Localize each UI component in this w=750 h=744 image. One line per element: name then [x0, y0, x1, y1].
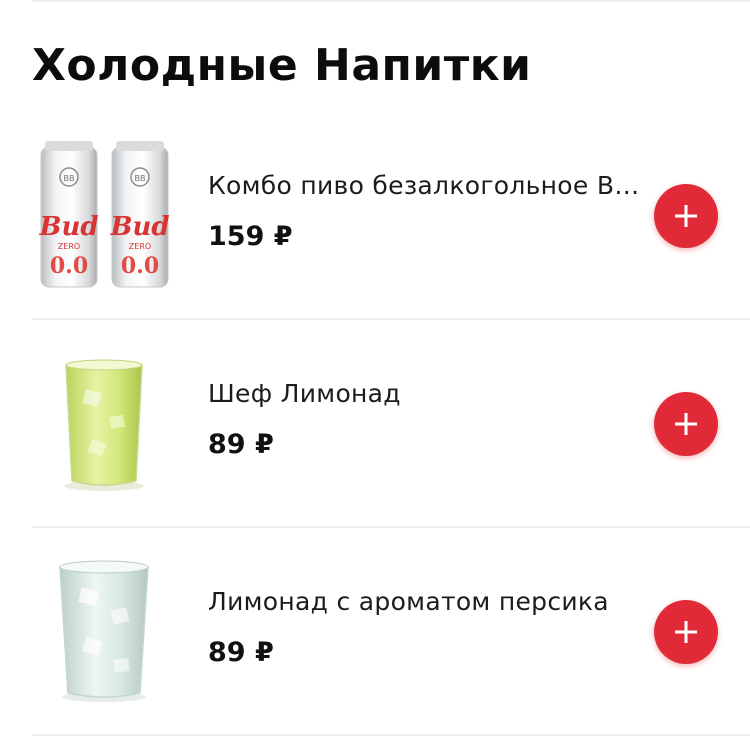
clear-lemonade-glass-image [32, 529, 176, 719]
svg-text:BB: BB [135, 174, 146, 183]
add-to-cart-button[interactable] [654, 184, 718, 248]
can-abv-text: 0.0 [121, 253, 159, 279]
product-card[interactable]: Лимонад с ароматом персика 89 ₽ [0, 529, 750, 736]
item-divider [32, 318, 750, 320]
item-divider [32, 734, 750, 736]
menu-page: Холодные Напитки BB Bud ZERO 0.0 BB Bud … [0, 0, 750, 744]
product-price: 159 ₽ [208, 221, 293, 252]
can-brand-text: Bud [38, 212, 98, 242]
can-brand-text: Bud [109, 212, 169, 242]
product-card[interactable]: Шеф Лимонад 89 ₽ [0, 321, 750, 528]
plus-icon [675, 205, 697, 227]
add-to-cart-button[interactable] [654, 392, 718, 456]
product-name[interactable]: Лимонад с ароматом персика [208, 587, 609, 616]
product-price: 89 ₽ [208, 637, 274, 668]
top-divider [32, 0, 750, 2]
item-divider [32, 526, 750, 528]
plus-icon [675, 413, 697, 435]
can-sub-text: ZERO [129, 242, 151, 251]
product-name[interactable]: Шеф Лимонад [208, 379, 401, 408]
add-to-cart-button[interactable] [654, 600, 718, 664]
section-title: Холодные Напитки [32, 40, 532, 91]
can-sub-text: ZERO [58, 242, 80, 251]
beer-cans-image: BB Bud ZERO 0.0 BB Bud ZERO 0.0 [32, 113, 176, 303]
svg-text:BB: BB [64, 174, 75, 183]
can-abv-text: 0.0 [50, 253, 88, 279]
product-card[interactable]: BB Bud ZERO 0.0 BB Bud ZERO 0.0 Комбо пи… [0, 113, 750, 320]
product-name[interactable]: Комбо пиво безалкогольное Bu... [208, 171, 648, 200]
green-lemonade-glass-image [32, 321, 176, 511]
plus-icon [675, 621, 697, 643]
product-price: 89 ₽ [208, 429, 274, 460]
